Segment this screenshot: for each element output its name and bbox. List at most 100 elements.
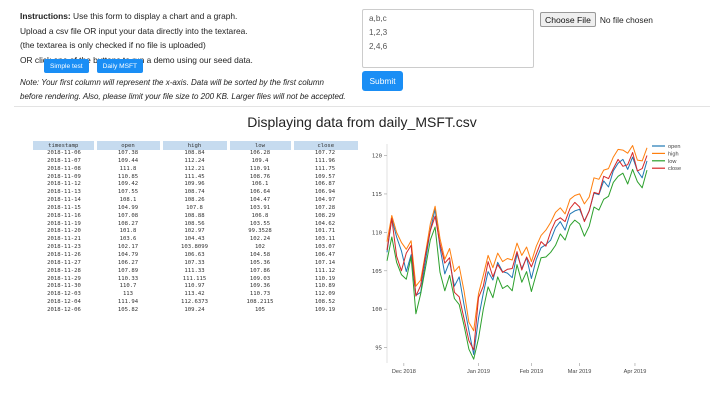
csv-textarea[interactable]: a,b,c 1,2,3 2,4,6 xyxy=(362,9,534,68)
table-cell-timestamp: 2018-11-09 xyxy=(47,173,81,180)
table-cell-close: 104.62 xyxy=(314,220,336,227)
table-cell-high: 112.6373 xyxy=(181,299,208,306)
table-cell-close: 107.72 xyxy=(314,150,336,156)
y-tick-label: 110 xyxy=(372,230,382,236)
table-cell-low: 108.2115 xyxy=(246,299,274,306)
table-cell-high: 108.88 xyxy=(184,212,205,219)
table-row: 2018-11-15 104.99 107.8 103.91 107.28 xyxy=(33,205,358,213)
table-cell-low: 108.76 xyxy=(249,173,271,180)
table-cell-close: 106.47 xyxy=(314,251,336,258)
table-cell-open: 110.7 xyxy=(119,283,137,290)
table-row: 2018-12-06 105.82 109.24 105 109.19 xyxy=(33,307,358,315)
table-cell-timestamp: 2018-11-21 xyxy=(47,236,81,243)
table-cell-high: 102.97 xyxy=(184,228,205,235)
legend-label-low: low xyxy=(668,159,677,165)
series-line-close xyxy=(386,152,648,351)
file-input[interactable]: Choose File No file chosen xyxy=(540,12,653,27)
table-row: 2018-12-04 111.94 112.6373 108.2115 108.52 xyxy=(33,299,358,307)
table-cell-close: 108.29 xyxy=(314,212,336,219)
table-cell-open: 107.89 xyxy=(117,267,139,274)
table-cell-timestamp: 2018-11-06 xyxy=(47,150,81,156)
table-cell-timestamp: 2018-11-20 xyxy=(47,228,81,235)
table-cell-open: 111.94 xyxy=(117,299,139,306)
table-cell-low: 106.1 xyxy=(251,181,269,188)
table-row: 2018-11-08 111.8 112.21 110.91 111.75 xyxy=(33,166,358,174)
submit-button[interactable]: Submit xyxy=(362,71,403,91)
table-cell-open: 104.79 xyxy=(117,251,139,258)
table-cell-high: 108.26 xyxy=(184,197,205,204)
table-cell-open: 101.8 xyxy=(119,228,137,235)
x-tick-label: Mar 2019 xyxy=(568,369,592,375)
table-cell-high: 109.24 xyxy=(184,306,205,313)
column-header-close: close xyxy=(290,141,358,150)
table-cell-open: 107.55 xyxy=(117,189,139,196)
table-header-row: timestamp open high low close xyxy=(33,141,358,150)
table-cell-timestamp: 2018-11-14 xyxy=(47,197,81,204)
table-cell-high: 107.33 xyxy=(184,259,205,266)
table-cell-timestamp: 2018-11-19 xyxy=(47,220,81,227)
daily-msft-button[interactable]: Daily MSFT xyxy=(96,59,144,73)
table-cell-high: 111.45 xyxy=(184,173,205,180)
table-row: 2018-11-19 108.27 108.56 103.55 104.62 xyxy=(33,221,358,229)
table-cell-low: 104.58 xyxy=(249,251,271,258)
note-line-1: Note: Your first column will represent t… xyxy=(20,78,324,87)
table-cell-close: 110.89 xyxy=(314,283,336,290)
table-cell-low: 105 xyxy=(254,306,266,313)
series-line-high xyxy=(386,145,648,332)
x-tick-label: Apr 2019 xyxy=(624,369,647,375)
instructions-text-1: Use this form to display a chart and a g… xyxy=(70,11,238,21)
y-tick-label: 105 xyxy=(372,269,382,275)
table-cell-close: 104.97 xyxy=(314,197,336,204)
table-row: 2018-11-16 107.08 108.88 106.8 108.29 xyxy=(33,213,358,221)
y-tick-label: 120 xyxy=(372,154,382,160)
table-cell-low: 107.86 xyxy=(249,267,271,274)
table-row: 2018-11-27 106.27 107.33 105.36 107.14 xyxy=(33,260,358,268)
table-cell-high: 108.56 xyxy=(184,220,205,227)
y-tick-label: 115 xyxy=(372,192,382,198)
simple-test-button[interactable]: Simple test xyxy=(44,59,89,73)
choose-file-button[interactable]: Choose File xyxy=(540,12,596,27)
column-header-high: high xyxy=(159,141,228,150)
line-chart: 95 100 105 110 115 120 Dec 2018 Jan 2019 Feb 201… xyxy=(372,144,681,375)
page-title: Displaying data from daily_MSFT.csv xyxy=(247,114,477,130)
table-cell-open: 109.44 xyxy=(117,157,139,164)
note: Note: Your first column will represent t… xyxy=(20,76,380,103)
y-tick-label: 95 xyxy=(375,346,382,352)
table-cell-close: 109.19 xyxy=(314,306,336,313)
table-cell-timestamp: 2018-12-03 xyxy=(47,291,81,298)
table-cell-open: 102.17 xyxy=(117,244,139,251)
table-cell-timestamp: 2018-12-06 xyxy=(47,306,81,313)
table-cell-open: 105.82 xyxy=(117,306,139,313)
table-cell-timestamp: 2018-11-16 xyxy=(47,212,81,219)
legend-label-high: high xyxy=(668,151,679,157)
legend-label-open: open xyxy=(668,144,680,150)
table-cell-close: 111.96 xyxy=(314,157,336,164)
table-row: 2018-11-28 107.89 111.33 107.86 111.12 xyxy=(33,268,358,276)
table-row: 2018-11-13 107.55 108.74 106.64 106.94 xyxy=(33,189,358,197)
table-cell-high: 111.115 xyxy=(182,275,207,282)
table-cell-low: 103.91 xyxy=(249,204,271,211)
table-cell-low: 109.4 xyxy=(251,157,269,164)
table-cell-high: 110.97 xyxy=(184,283,205,290)
instructions-line-3: (the textarea is only checked if no file… xyxy=(20,40,206,51)
table-cell-close: 106.94 xyxy=(314,189,336,196)
table-cell-low: 99.3528 xyxy=(248,228,272,235)
instructions-line-2: Upload a csv file OR input your data dir… xyxy=(20,25,248,36)
table-cell-high: 109.96 xyxy=(184,181,205,188)
table-cell-low: 102 xyxy=(254,244,266,251)
table-cell-open: 104.99 xyxy=(117,204,139,211)
table-row: 2018-11-29 110.33 111.115 109.03 110.19 xyxy=(33,276,358,284)
table-cell-timestamp: 2018-11-13 xyxy=(47,189,81,196)
table-cell-close: 107.14 xyxy=(314,259,336,266)
table-cell-low: 106.8 xyxy=(251,212,269,219)
table-cell-open: 107.38 xyxy=(117,150,139,156)
table-cell-low: 110.73 xyxy=(249,291,271,298)
table-cell-timestamp: 2018-12-04 xyxy=(47,299,81,306)
table-cell-close: 101.71 xyxy=(314,228,336,235)
table-cell-open: 103.6 xyxy=(119,236,137,243)
x-tick-label: Dec 2018 xyxy=(392,369,416,375)
table-row: 2018-11-09 110.85 111.45 108.76 109.57 xyxy=(33,174,358,182)
table-row: 2018-12-03 113 113.42 110.73 112.09 xyxy=(33,291,358,299)
table-cell-low: 103.55 xyxy=(249,220,271,227)
column-header-open: open xyxy=(93,141,161,150)
